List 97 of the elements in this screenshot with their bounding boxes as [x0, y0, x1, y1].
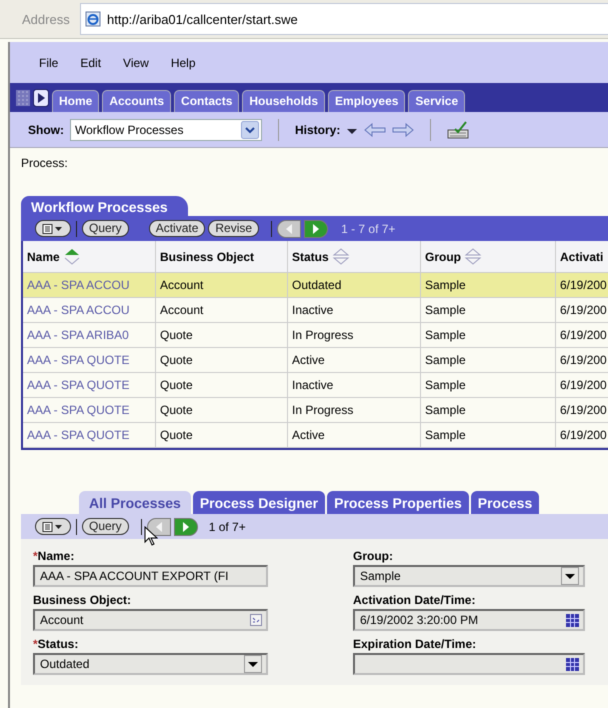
screen-tab[interactable]: Service	[408, 90, 466, 112]
input-field[interactable]	[353, 653, 585, 675]
table-cell: Quote	[156, 323, 288, 348]
required-mark: *	[33, 637, 38, 653]
name-link[interactable]: AAA - SPA ARIBA0	[23, 323, 156, 348]
dropdown-field[interactable]: Outdated	[33, 653, 268, 675]
table-cell: Sample	[421, 298, 556, 323]
name-link[interactable]: AAA - SPA ACCOU	[23, 298, 156, 323]
table-cell: Quote	[156, 373, 288, 398]
menu-item[interactable]: View	[123, 56, 149, 70]
list-menu-icon	[42, 522, 64, 532]
scroll-left-icon[interactable]	[16, 88, 30, 108]
table-cell: Account	[156, 298, 288, 323]
name-link[interactable]: AAA - SPA QUOTE	[23, 398, 156, 423]
breadcrumb: Process:	[21, 156, 69, 170]
right-triangle-icon	[312, 224, 320, 234]
right-triangle-icon	[182, 522, 190, 532]
history-label[interactable]: History:	[295, 122, 340, 136]
name-link[interactable]: AAA - SPA QUOTE	[23, 348, 156, 373]
scroll-right-icon[interactable]	[33, 88, 49, 108]
table-cell: Sample	[421, 273, 556, 298]
table-cell: In Progress	[288, 323, 421, 348]
menu-item[interactable]: File	[39, 56, 58, 70]
address-label: Address	[22, 12, 71, 26]
column-header[interactable]: Name	[23, 241, 156, 273]
menu-item[interactable]: Help	[170, 56, 196, 70]
previous-button[interactable]	[146, 518, 171, 536]
field-label: Status:	[38, 637, 78, 653]
column-header[interactable]: Business Object	[156, 241, 288, 273]
field-label: Group:	[353, 549, 393, 565]
forward-arrow-icon[interactable]	[392, 122, 414, 136]
toolbar-button[interactable]: Revise	[208, 220, 260, 237]
view-tab[interactable]: Process	[470, 491, 540, 514]
toolbar-button[interactable]: Query	[82, 518, 129, 535]
previous-button[interactable]	[277, 220, 302, 238]
list-menu-icon	[42, 224, 64, 234]
next-button[interactable]	[174, 518, 198, 536]
table-cell: Active	[288, 348, 421, 373]
back-arrow-icon[interactable]	[364, 122, 386, 136]
table-cell: Quote	[156, 348, 288, 373]
screen-tab[interactable]: Households	[242, 90, 326, 112]
screen-tab[interactable]: Accounts	[102, 90, 172, 112]
calendar-icon[interactable]	[566, 658, 579, 670]
field-label: Business Object:	[33, 593, 132, 609]
screen-tab[interactable]: Home	[52, 90, 100, 112]
table-cell: Sample	[421, 373, 556, 398]
table-cell: Outdated	[288, 273, 421, 298]
name-link[interactable]: AAA - SPA QUOTE	[23, 423, 156, 448]
left-triangle-icon	[285, 224, 294, 234]
table-cell: Active	[288, 423, 421, 448]
input-field[interactable]: AAA - SPA ACCOUNT EXPORT (FI	[33, 565, 268, 587]
column-header[interactable]: Status	[288, 241, 421, 273]
keyboard-check-icon[interactable]	[447, 120, 470, 138]
table-cell: Quote	[156, 398, 288, 423]
view-tab[interactable]: Process Properties	[327, 491, 469, 514]
field-label: Name:	[38, 549, 74, 565]
dropdown-field[interactable]: Sample	[353, 565, 585, 587]
required-mark: *	[33, 549, 38, 565]
page-icon	[85, 11, 101, 27]
column-header[interactable]: Group	[421, 241, 556, 273]
record-count: 1 of 7+	[208, 520, 246, 534]
address-field[interactable]: http://ariba01/callcenter/start.swe	[80, 3, 608, 35]
applet-menu-button[interactable]	[35, 220, 71, 237]
input-field[interactable]: Account	[33, 609, 268, 631]
table-cell: Sample	[421, 348, 556, 373]
field-label: Activation Date/Time:	[353, 593, 476, 609]
table-cell: Quote	[156, 423, 288, 448]
toolbar-button[interactable]: Activate	[148, 220, 206, 237]
menu-item[interactable]: Edit	[80, 56, 102, 70]
applet-menu-button[interactable]	[35, 518, 71, 535]
screen-tab[interactable]: Contacts	[174, 90, 240, 112]
show-dropdown[interactable]: Workflow Processes	[70, 118, 262, 140]
name-link[interactable]: AAA - SPA ACCOU	[23, 273, 156, 298]
view-tab[interactable]: All Processes	[79, 491, 191, 514]
picker-icon[interactable]	[250, 614, 262, 626]
mouse-cursor-icon	[144, 526, 158, 546]
table-cell: Inactive	[288, 298, 421, 323]
show-label: Show:	[28, 122, 64, 136]
left-triangle-icon	[154, 522, 163, 532]
table-cell: 6/19/200	[556, 273, 608, 298]
name-link[interactable]: AAA - SPA QUOTE	[23, 373, 156, 398]
record-count: 1 - 7 of 7+	[341, 222, 396, 236]
table-cell: Sample	[421, 398, 556, 423]
field-label: Expiration Date/Time:	[353, 637, 476, 653]
screen-tab[interactable]: Employees	[328, 90, 406, 112]
calendar-icon[interactable]	[566, 614, 579, 626]
sort-arrows-icon[interactable]	[62, 248, 81, 265]
view-tab[interactable]: Process Designer	[192, 491, 326, 514]
column-header[interactable]: Activati	[556, 241, 608, 273]
toolbar-button[interactable]: Query	[82, 220, 129, 237]
table-cell: Sample	[421, 423, 556, 448]
table-cell: Account	[156, 273, 288, 298]
table-cell: Inactive	[288, 373, 421, 398]
next-button[interactable]	[304, 220, 328, 238]
input-field[interactable]: 6/19/2002 3:20:00 PM	[353, 609, 585, 631]
table-cell: In Progress	[288, 398, 421, 423]
table-cell: Sample	[421, 323, 556, 348]
